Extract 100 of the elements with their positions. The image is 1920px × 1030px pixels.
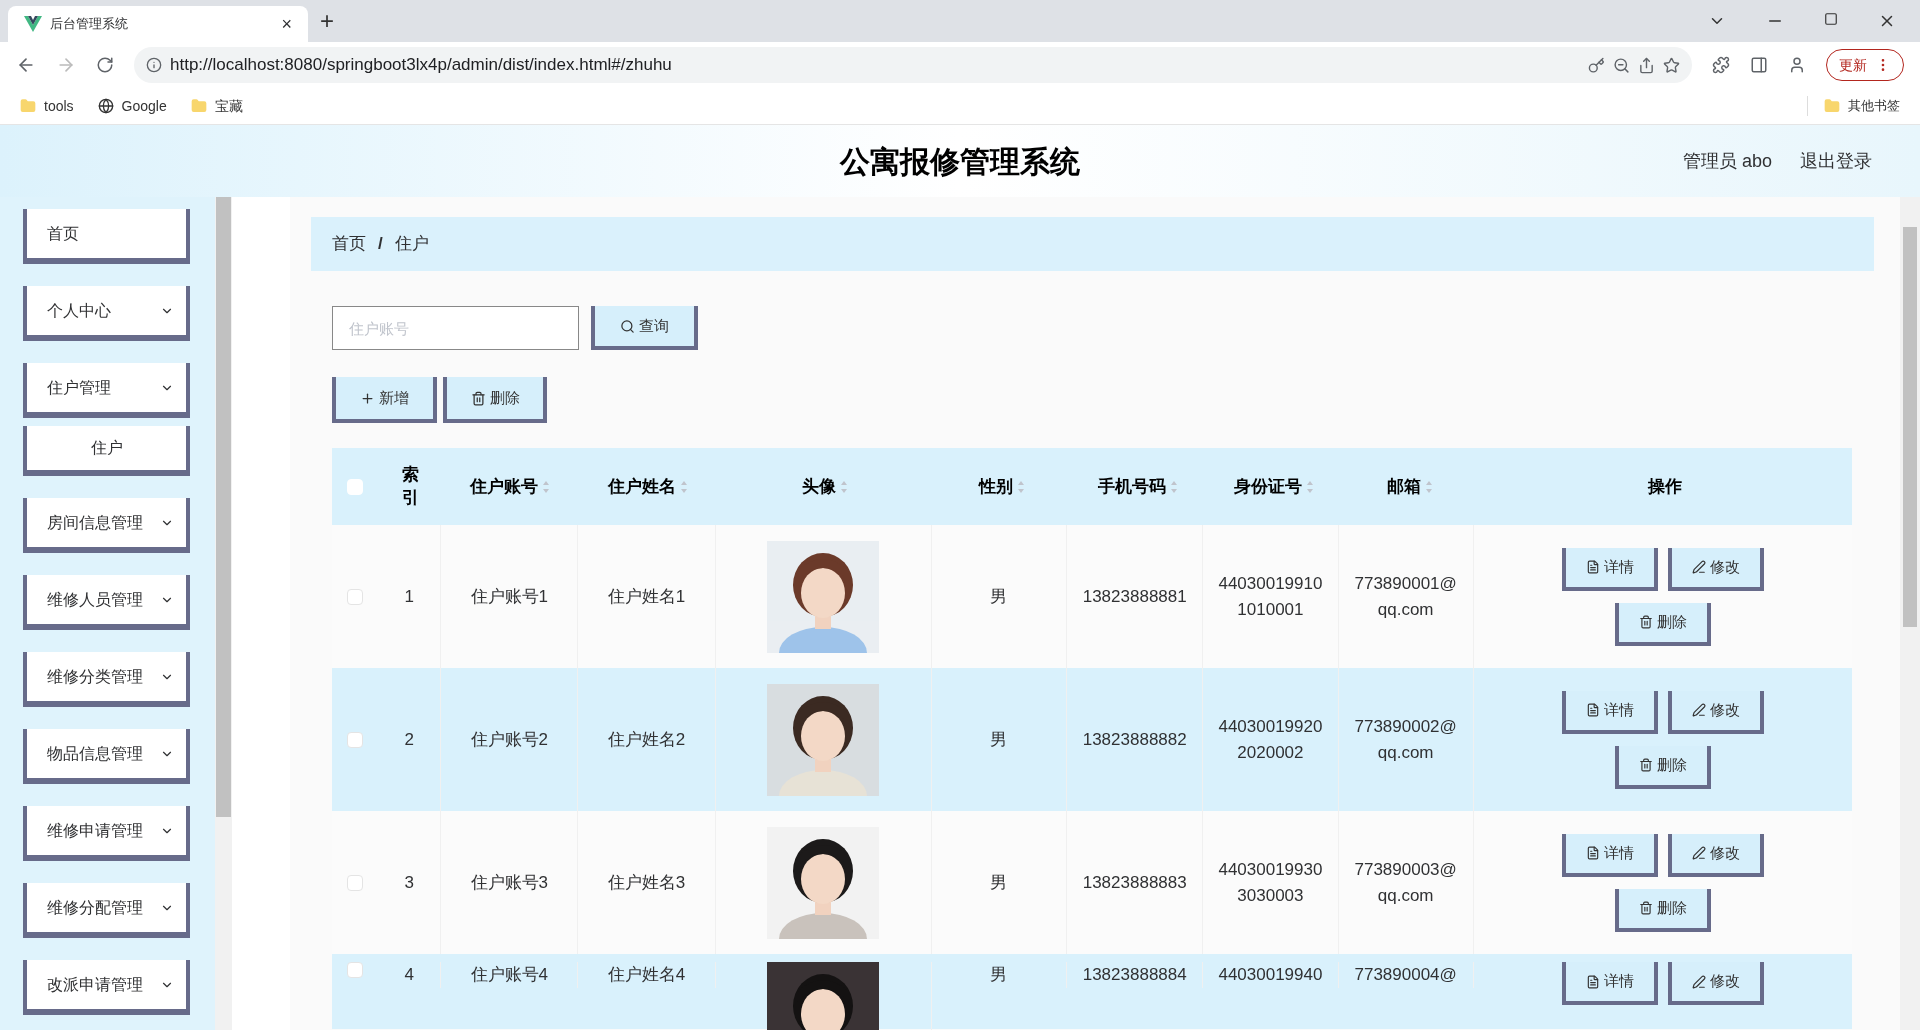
search-field[interactable]: 住户账号 — [332, 306, 579, 350]
column-header[interactable]: 手机号码 — [1098, 473, 1167, 500]
sort-icon[interactable] — [1170, 479, 1179, 494]
table-cell-text: 住户账号2 — [470, 728, 548, 751]
sort-icon[interactable] — [840, 479, 849, 494]
new-tab-button[interactable]: + — [320, 3, 334, 39]
tab-close-button[interactable]: × — [281, 10, 292, 38]
select-all-checkbox[interactable] — [347, 478, 364, 495]
folder-icon — [20, 98, 36, 114]
detail-button[interactable]: 详情 — [1561, 833, 1658, 877]
sort-icon[interactable] — [680, 479, 689, 494]
table-cell-text: 男 — [990, 871, 1008, 894]
sidebar-item[interactable]: 维修申请管理 — [23, 806, 190, 861]
table-cell-text: 住户姓名1 — [607, 585, 686, 608]
browser-tab[interactable]: 后台管理系统 × — [8, 6, 308, 42]
document-icon — [1585, 703, 1600, 717]
search-button[interactable]: 查询 — [591, 306, 698, 350]
column-header: 操作 — [1647, 475, 1682, 498]
profile-icon[interactable] — [1788, 56, 1806, 74]
bookmark-item[interactable]: 其他书签 — [1807, 96, 1900, 116]
table-cell-text: 住户姓名3 — [607, 871, 686, 894]
address-bar[interactable]: http://localhost:8080/springboot3lx4p/admin/dist/index.html#/zhuhu — [134, 47, 1692, 83]
table-cell-text: 3030003 — [1237, 884, 1304, 907]
table-cell-text: 2 — [404, 728, 414, 751]
globe-icon — [97, 98, 114, 114]
sidebar-item[interactable]: 个人中心 — [23, 286, 190, 341]
edit-button[interactable]: 修改 — [1667, 547, 1764, 591]
sort-icon[interactable] — [1306, 479, 1315, 494]
sort-icon[interactable] — [1016, 479, 1025, 494]
column-header[interactable]: 住户姓名 — [608, 473, 677, 500]
delete-button[interactable]: 删除 — [1614, 888, 1711, 932]
row-checkbox[interactable] — [347, 731, 364, 748]
trash-icon — [1638, 758, 1653, 772]
scrollbar-thumb[interactable] — [1903, 227, 1917, 627]
key-icon[interactable] — [1588, 56, 1605, 74]
row-checkbox[interactable] — [347, 588, 364, 605]
table-cell-text: 住户姓名4 — [607, 964, 686, 986]
pen-icon — [1691, 974, 1706, 989]
table-cell-text: 2020002 — [1237, 741, 1304, 764]
detail-button[interactable]: 详情 — [1561, 547, 1658, 591]
pen-icon — [1691, 560, 1706, 574]
extensions-icon[interactable] — [1712, 56, 1730, 74]
sort-icon[interactable] — [542, 479, 551, 494]
zoom-icon[interactable] — [1613, 56, 1630, 74]
table-cell-text: 男 — [990, 964, 1008, 986]
row-checkbox[interactable] — [347, 962, 364, 978]
trash-icon — [1638, 901, 1653, 915]
document-icon — [1585, 974, 1600, 989]
sidebar-subitem[interactable]: 住户 — [23, 426, 190, 476]
add-button[interactable]: 新增 — [332, 377, 437, 423]
column-header[interactable]: 住户账号 — [470, 473, 539, 500]
bookmark-star-icon[interactable] — [1663, 56, 1680, 74]
logo-icon — [24, 16, 42, 32]
bookmark-item[interactable]: 宝藏 — [190, 95, 243, 117]
column-header[interactable]: 身份证号 — [1234, 473, 1303, 500]
restore-icon[interactable] — [1824, 12, 1838, 26]
user-name: 管理员 abo — [1682, 149, 1772, 173]
table-cell-text: 1 — [404, 585, 414, 608]
edit-button[interactable]: 修改 — [1667, 690, 1764, 734]
plus-icon — [360, 390, 375, 406]
side-panel-icon[interactable] — [1750, 56, 1768, 74]
column-header[interactable]: 邮箱 — [1387, 473, 1421, 500]
breadcrumb-item[interactable]: 首页 — [332, 231, 366, 257]
column-header[interactable]: 性别 — [978, 473, 1013, 500]
table-cell-text: 13823888882 — [1082, 728, 1187, 751]
sidebar-item[interactable]: 物品信息管理 — [23, 729, 190, 784]
bookmark-item[interactable]: tools — [20, 95, 74, 117]
logout-link[interactable]: 退出登录 — [1800, 147, 1872, 175]
sidebar-item[interactable]: 房间信息管理 — [23, 498, 190, 553]
document-icon — [1585, 560, 1600, 574]
sort-icon[interactable] — [1425, 479, 1433, 494]
sidebar-item[interactable]: 住户管理 — [23, 363, 190, 418]
sidebar-item[interactable]: 维修分类管理 — [23, 652, 190, 707]
breadcrumb-separator: / — [378, 233, 383, 256]
share-icon[interactable] — [1638, 56, 1655, 74]
detail-button[interactable]: 详情 — [1561, 962, 1658, 1005]
table-cell-text: 773890004@ — [1354, 964, 1457, 986]
breadcrumb-item: 住户 — [394, 233, 429, 256]
table-cell-text: qq.com — [1377, 598, 1434, 621]
sidebar-item[interactable]: 维修分配管理 — [23, 883, 190, 938]
table-cell-text: 44030019930 — [1218, 858, 1323, 881]
sidebar-item[interactable]: 改派申请管理 — [23, 960, 190, 1015]
edit-button[interactable]: 修改 — [1667, 962, 1764, 1005]
table-cell-text: 44030019940 — [1218, 964, 1323, 986]
table-cell-text: 3 — [404, 871, 414, 894]
delete-button[interactable]: 删除 — [1614, 602, 1711, 646]
delete-button[interactable]: 删除 — [1614, 745, 1711, 789]
row-checkbox[interactable] — [347, 874, 364, 891]
sidebar-item[interactable]: 维修人员管理 — [23, 575, 190, 630]
edit-button[interactable]: 修改 — [1667, 833, 1764, 877]
search-icon — [620, 318, 635, 334]
scrollbar-thumb[interactable] — [216, 197, 231, 817]
delete-button[interactable]: 删除 — [443, 377, 547, 423]
page-title: 公寓报修管理系统 — [840, 143, 1080, 180]
column-header[interactable]: 头像 — [802, 473, 837, 500]
detail-button[interactable]: 详情 — [1561, 690, 1658, 734]
reload-icon[interactable] — [96, 56, 114, 74]
sidebar-item[interactable]: 首页 — [23, 209, 190, 264]
bookmark-item[interactable]: Google — [97, 95, 167, 117]
table-cell-text: 1010001 — [1237, 598, 1304, 621]
